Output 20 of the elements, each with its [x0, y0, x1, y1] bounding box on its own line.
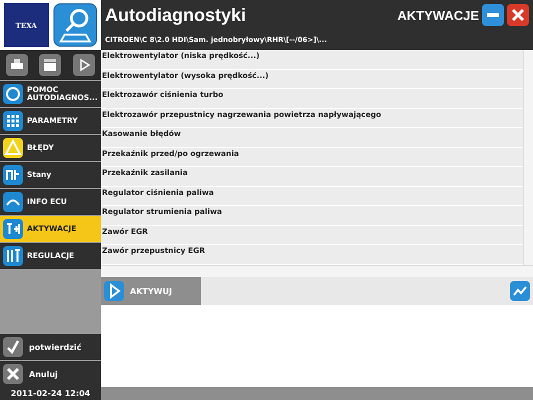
minimize-icon: [487, 13, 499, 17]
cross-icon: [3, 364, 23, 384]
minimize-button[interactable]: [482, 4, 504, 26]
printer-icon: [10, 58, 24, 72]
close-icon: [511, 8, 525, 22]
vertical-scrollbar[interactable]: [523, 50, 533, 264]
print-button[interactable]: [6, 54, 28, 76]
app-title: Autodiagnostyki: [105, 4, 248, 26]
date-time: 2011-02-24 12:04: [0, 387, 101, 400]
chart-icon[interactable]: [510, 281, 530, 301]
clapperboard-button[interactable]: [39, 54, 62, 76]
section-title: AKTYWACJE: [397, 8, 479, 22]
play-button[interactable]: [73, 54, 96, 76]
play-icon: [104, 281, 124, 301]
close-button[interactable]: [507, 4, 529, 26]
clapperboard-icon: [43, 58, 58, 72]
cancel-button[interactable]: Anuluj: [0, 361, 101, 387]
horizontal-scrollbar[interactable]: [101, 264, 533, 276]
confirm-button[interactable]: potwierdzić: [0, 334, 101, 360]
check-icon: [3, 337, 23, 357]
